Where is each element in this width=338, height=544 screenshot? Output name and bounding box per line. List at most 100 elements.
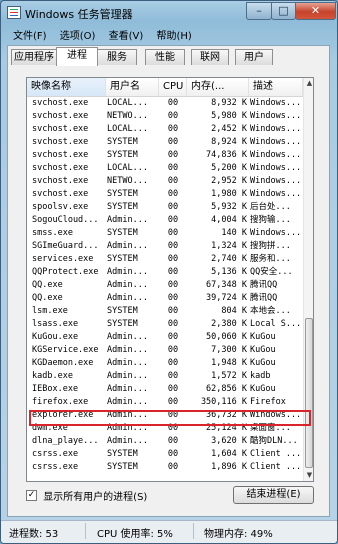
memory-cell: 804 K	[221, 306, 247, 316]
window-title: Windows 任务管理器	[25, 8, 133, 21]
end-process-button[interactable]: 结束进程(E)	[233, 486, 314, 504]
table-row[interactable]: svchost.exe LOCAL... 00 8,932 K Windows...	[27, 97, 303, 110]
table-row[interactable]: lsm.exe SYSTEM 00 804 K 本地会...	[27, 305, 303, 318]
table-row[interactable]: firefox.exe Admin... 00 350,116 K Firefox	[27, 396, 303, 409]
table-row[interactable]: svchost.exe SYSTEM 00 74,836 K Windows...	[27, 149, 303, 162]
column-user-name[interactable]: 用户名	[106, 78, 159, 96]
table-row[interactable]: QQProtect.exe Admin... 00 5,136 K QQ安全...	[27, 266, 303, 279]
table-row[interactable]: dlna_playe... Admin... 00 3,620 K 酷狗DLN...	[27, 435, 303, 448]
scroll-up-arrow-icon[interactable]: ▲	[304, 78, 313, 89]
table-row[interactable]: svchost.exe NETWO... 00 5,980 K Windows...	[27, 110, 303, 123]
description-cell: Windows...	[250, 189, 302, 199]
table-row[interactable]: spoolsv.exe SYSTEM 00 5,932 K 后台处...	[27, 201, 303, 214]
user-name-cell: SYSTEM	[107, 137, 138, 147]
close-button[interactable]: ✕	[295, 2, 336, 20]
highlight-annotation-box	[29, 410, 311, 426]
column-cpu[interactable]: CPU	[159, 78, 187, 96]
image-name-cell: svchost.exe	[32, 111, 89, 121]
image-name-cell: KGService.exe	[32, 345, 99, 355]
user-name-cell: SYSTEM	[107, 254, 138, 264]
minimize-button[interactable]: –	[246, 2, 272, 20]
image-name-cell: kadb.exe	[32, 371, 73, 381]
table-row[interactable]: lsass.exe SYSTEM 00 2,380 K Local S...	[27, 318, 303, 331]
description-cell: 腾讯QQ	[250, 293, 278, 303]
description-cell: Firefox	[250, 397, 286, 407]
menu-help[interactable]: 帮助(H)	[150, 27, 195, 42]
column-description[interactable]: 描述	[249, 78, 303, 96]
task-manager-icon	[7, 6, 21, 19]
cpu-cell: 00	[167, 215, 179, 225]
show-all-users-checkbox[interactable]: ✓	[26, 490, 37, 501]
table-row[interactable]: QQ.exe Admin... 00 39,724 K 腾讯QQ	[27, 292, 303, 305]
table-row[interactable]: svchost.exe SYSTEM 00 8,924 K Windows...	[27, 136, 303, 149]
menu-file[interactable]: 文件(F)	[7, 27, 51, 42]
scroll-down-arrow-icon[interactable]: ▼	[304, 470, 313, 481]
table-row[interactable]: svchost.exe NETWO... 00 2,952 K Windows...	[27, 175, 303, 188]
description-cell: Local S...	[250, 319, 302, 329]
table-row[interactable]: smss.exe SYSTEM 00 140 K Windows...	[27, 227, 303, 240]
memory-cell: 5,136 K	[211, 267, 247, 277]
table-row[interactable]: csrss.exe SYSTEM 00 1,896 K Client ...	[27, 461, 303, 474]
image-name-cell: svchost.exe	[32, 98, 89, 108]
table-row[interactable]: kadb.exe Admin... 00 1,572 Kkadb	[27, 370, 303, 383]
tab-users[interactable]: 用户	[235, 49, 273, 65]
cpu-cell: 00	[167, 371, 179, 381]
image-name-cell: KuGou.exe	[32, 332, 79, 342]
table-row[interactable]: svchost.exe LOCAL... 00 5,200 K Windows...	[27, 162, 303, 175]
user-name-cell: Admin...	[107, 280, 148, 290]
image-name-cell: svchost.exe	[32, 189, 89, 199]
tab-performance[interactable]: 性能	[145, 49, 185, 65]
cpu-cell: 00	[167, 306, 179, 316]
memory-cell: 2,952 K	[211, 176, 247, 186]
description-cell: Windows...	[250, 124, 302, 134]
memory-cell: 67,348 K	[206, 280, 247, 290]
memory-cell: 7,300 K	[211, 345, 247, 355]
table-row[interactable]: SogouCloud... Admin... 00 4,004 K 搜狗输...	[27, 214, 303, 227]
cpu-cell: 00	[167, 202, 179, 212]
image-name-cell: KGDaemon.exe	[32, 358, 94, 368]
image-name-cell: csrss.exe	[32, 449, 79, 459]
cpu-cell: 00	[167, 176, 179, 186]
column-image-name[interactable]: 映像名称	[27, 78, 106, 96]
tab-applications[interactable]: 应用程序	[11, 49, 57, 65]
maximize-button[interactable]: □	[271, 2, 296, 20]
column-memory[interactable]: 内存(...	[187, 78, 249, 96]
menu-view[interactable]: 查看(V)	[103, 27, 148, 42]
image-name-cell: SGImeGuard...	[32, 241, 99, 251]
scroll-thumb[interactable]	[305, 318, 313, 468]
image-name-cell: svchost.exe	[32, 163, 89, 173]
tab-networking[interactable]: 联网	[191, 49, 229, 65]
memory-cell: 2,740 K	[211, 254, 247, 264]
show-all-users-label[interactable]: 显示所有用户的进程(S)	[43, 492, 147, 503]
memory-cell: 62,856 K	[206, 384, 247, 394]
table-row[interactable]: KuGou.exe Admin... 00 50,060 K KuGou	[27, 331, 303, 344]
table-row[interactable]: SGImeGuard... Admin... 00 1,324 K 搜狗拼...	[27, 240, 303, 253]
table-row[interactable]: csrss.exe SYSTEM 00 1,604 K Client ...	[27, 448, 303, 461]
cpu-cell: 00	[167, 384, 179, 394]
table-row[interactable]: KGDaemon.exe Admin... 00 1,948 K KuGou	[27, 357, 303, 370]
memory-cell: 1,948 K	[211, 358, 247, 368]
image-name-cell: QQ.exe	[32, 293, 63, 303]
show-all-users-option[interactable]: ✓ 显示所有用户的进程(S)	[26, 488, 147, 503]
title-bar[interactable]: Windows 任务管理器 – □ ✕	[1, 1, 337, 25]
memory-cell: 140 K	[221, 228, 247, 238]
memory-cell: 1,980 K	[211, 189, 247, 199]
user-name-cell: Admin...	[107, 215, 148, 225]
table-row[interactable]: svchost.exe SYSTEM 00 1,980 K Windows...	[27, 188, 303, 201]
memory-cell: 4,004 K	[211, 215, 247, 225]
table-row[interactable]: KGService.exe Admin... 00 7,300 K KuGou	[27, 344, 303, 357]
table-row[interactable]: QQ.exe Admin... 00 67,348 K 腾讯QQ	[27, 279, 303, 292]
table-row[interactable]: svchost.exe LOCAL... 00 2,452 K Windows...	[27, 123, 303, 136]
cpu-cell: 00	[167, 254, 179, 264]
status-cpu-usage: CPU 使用率: 5%	[97, 529, 173, 540]
tab-processes[interactable]: 进程	[56, 47, 98, 66]
user-name-cell: LOCAL...	[107, 98, 148, 108]
table-row[interactable]: IEBox.exe Admin... 00 62,856 K KuGou	[27, 383, 303, 396]
user-name-cell: Admin...	[107, 241, 148, 251]
user-name-cell: SYSTEM	[107, 189, 138, 199]
tab-services[interactable]: 服务	[97, 49, 137, 65]
menu-options[interactable]: 选项(O)	[54, 27, 100, 42]
description-cell: 搜狗输...	[250, 215, 291, 225]
status-separator	[193, 523, 194, 539]
table-row[interactable]: services.exe SYSTEM 00 2,740 K 服务和...	[27, 253, 303, 266]
